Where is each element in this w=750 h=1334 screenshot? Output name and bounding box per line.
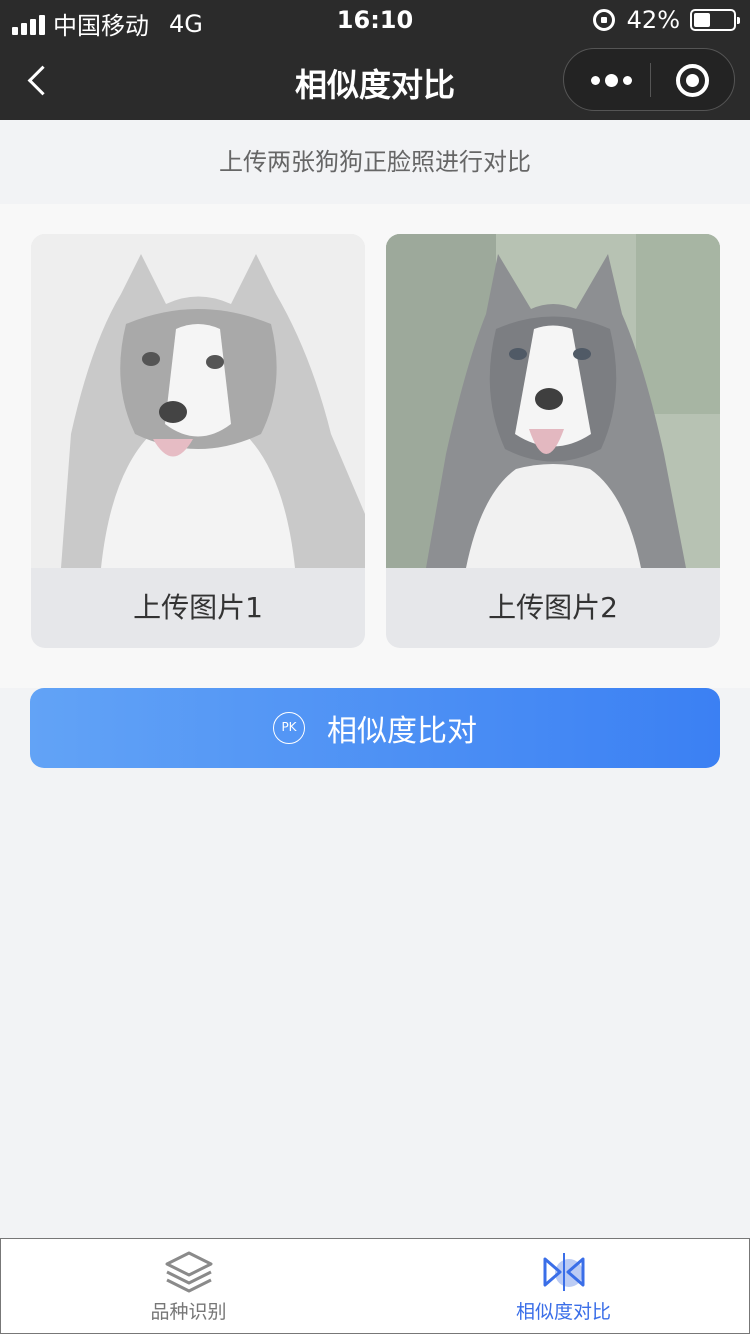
upload-area: 上传图片1 上传图片2 bbox=[0, 204, 750, 688]
status-bar: 中国移动 4G 16:10 42% bbox=[0, 0, 750, 40]
compare-button-label: 相似度比对 bbox=[327, 714, 477, 749]
battery-percent: 42% bbox=[626, 6, 680, 34]
capsule-divider bbox=[650, 63, 651, 97]
rotation-lock-icon bbox=[592, 9, 615, 31]
dog-photo-1-image bbox=[31, 234, 365, 568]
tab-label-breed: 品种识别 bbox=[150, 1301, 227, 1323]
status-right: 42% bbox=[592, 6, 740, 34]
layers-icon bbox=[165, 1251, 213, 1293]
instruction-text: 上传两张狗狗正脸照进行对比 bbox=[0, 120, 750, 204]
compare-button[interactable]: PK 相似度比对 bbox=[30, 688, 720, 768]
tab-breed-recognition[interactable]: 品种识别 bbox=[1, 1239, 376, 1334]
upload-card-1[interactable]: 上传图片1 bbox=[31, 234, 365, 648]
dog-photo-2-image bbox=[386, 234, 720, 568]
dog-photo-2 bbox=[386, 234, 720, 568]
upload-label-1: 上传图片1 bbox=[133, 591, 263, 624]
dog-photo-1 bbox=[31, 234, 365, 568]
pk-icon: PK bbox=[273, 712, 305, 744]
close-miniprogram-icon[interactable] bbox=[676, 64, 709, 97]
tab-label-similarity: 相似度对比 bbox=[515, 1301, 611, 1323]
nav-bar: 相似度对比 bbox=[0, 40, 750, 120]
tab-bar: 品种识别 相似度对比 bbox=[0, 1238, 750, 1334]
more-icon[interactable] bbox=[586, 49, 636, 112]
tab-similarity-compare[interactable]: 相似度对比 bbox=[376, 1239, 750, 1334]
mini-program-capsule bbox=[563, 48, 735, 111]
upload-label-2: 上传图片2 bbox=[488, 591, 618, 624]
battery-icon bbox=[690, 9, 740, 31]
upload-card-2[interactable]: 上传图片2 bbox=[386, 234, 720, 648]
compare-icon bbox=[543, 1253, 585, 1291]
battery-fill bbox=[694, 13, 710, 27]
